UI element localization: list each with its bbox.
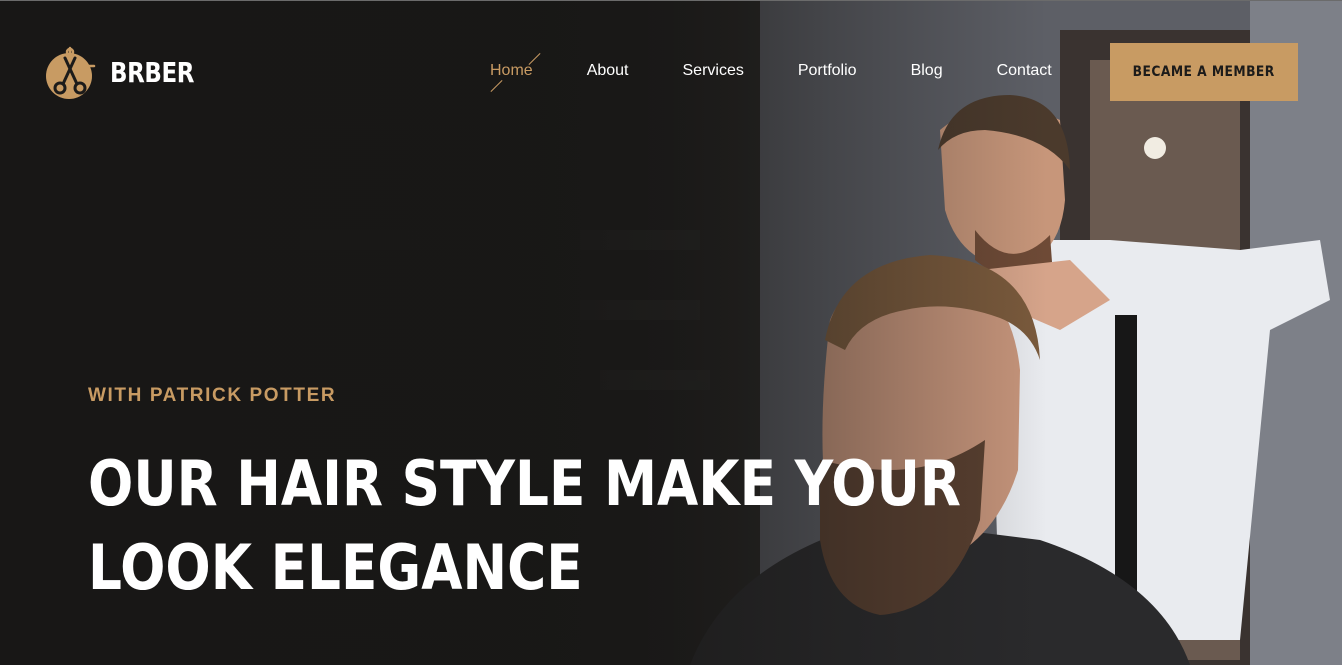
nav-item-home[interactable]: Home (490, 52, 541, 93)
become-member-button[interactable]: BECAME A MEMBER (1110, 43, 1298, 101)
hero-headline-line-2: LOOK ELEGANCE (88, 531, 583, 604)
nav-item-label: Portfolio (797, 62, 857, 79)
top-border (0, 0, 1342, 1)
hero-subtitle: WITH PATRICK POTTER (88, 385, 337, 406)
nav-item-services[interactable]: Services (683, 62, 744, 82)
brand-name: BRBER (110, 55, 194, 89)
nav-item-label: Services (682, 62, 744, 79)
hero-headline: OUR HAIR STYLE MAKE YOUR LOOK ELEGANCE (88, 442, 961, 610)
nav-item-contact[interactable]: Contact (997, 62, 1052, 82)
scissors-icon (46, 46, 96, 99)
nav-item-label: Home (490, 62, 533, 79)
brand-logo[interactable]: BRBER (44, 44, 212, 100)
nav-item-label: About (586, 62, 629, 79)
hero-headline-line-1: OUR HAIR STYLE MAKE YOUR (88, 447, 961, 520)
main-nav: Home About Services Portfolio Blog Conta… (490, 52, 1052, 93)
nav-item-label: Contact (996, 62, 1052, 79)
nav-item-blog[interactable]: Blog (911, 62, 943, 82)
nav-item-portfolio[interactable]: Portfolio (798, 62, 857, 82)
nav-item-label: Blog (910, 62, 943, 79)
nav-item-about[interactable]: About (587, 62, 629, 82)
become-member-label: BECAME A MEMBER (1132, 64, 1276, 80)
